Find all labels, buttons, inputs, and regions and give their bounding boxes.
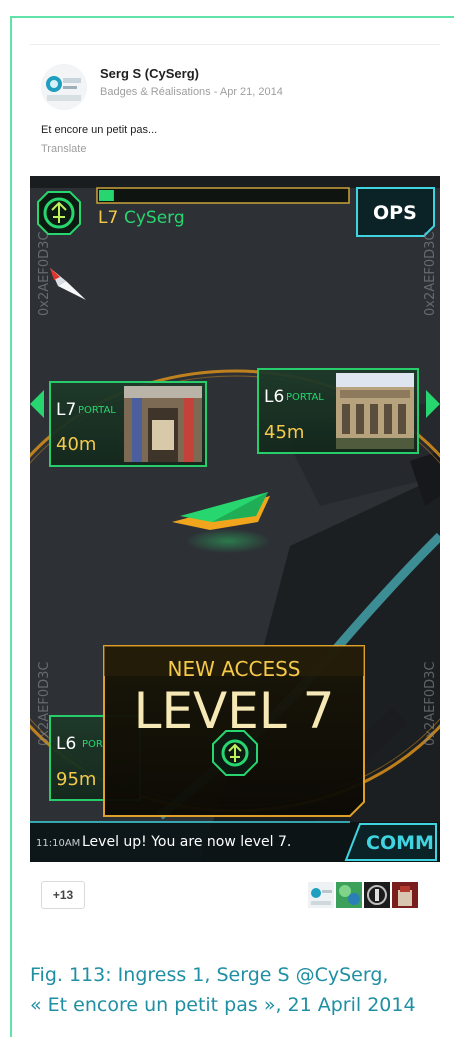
pluser-avatar[interactable] xyxy=(392,882,418,908)
portal-tag: POR xyxy=(82,739,103,750)
pluser-avatar[interactable] xyxy=(336,882,362,908)
post-date[interactable]: Apr 21, 2014 xyxy=(220,86,283,98)
ops-label: OPS xyxy=(373,202,417,224)
pluser-avatar[interactable] xyxy=(364,882,390,908)
agent-level: L7 xyxy=(98,208,118,228)
levelup-title: LEVEL 7 xyxy=(134,682,335,740)
agent-name: CySerg xyxy=(124,208,185,228)
portal-distance: 45m xyxy=(264,422,304,443)
author-name[interactable]: Serg S (CySerg) xyxy=(100,66,199,81)
plus-one-button[interactable]: +13 xyxy=(41,881,85,909)
levelup-heading: NEW ACCESS xyxy=(167,657,300,681)
avatar[interactable] xyxy=(41,64,87,110)
translate-link[interactable]: Translate xyxy=(41,143,86,155)
post-category[interactable]: Badges & Réalisations xyxy=(100,86,211,98)
game-screenshot[interactable]: L7 CySerg OPS 0x2AEF0D3C 0x2AEF0D3C 0x2A… xyxy=(30,176,440,862)
figure-caption: Fig. 113: Ingress 1, Serge S @CySerg, « … xyxy=(30,960,450,1020)
pluser-avatar[interactable] xyxy=(308,882,334,908)
post-text: Et encore un petit pas... xyxy=(41,124,158,136)
meta-separator: - xyxy=(213,86,218,98)
comm-time: 11:10AM xyxy=(36,838,80,849)
portal-level: L7 xyxy=(56,400,76,420)
frame-top-border xyxy=(10,16,454,18)
portal-level: L6 xyxy=(56,734,76,754)
watermark-left-top: 0x2AEF0D3C xyxy=(37,232,52,316)
caption-line-1: Fig. 113: Ingress 1, Serge S @CySerg, xyxy=(30,964,389,986)
portal-distance: 40m xyxy=(56,434,96,455)
caption-line-2: « Et encore un petit pas », 21 April 201… xyxy=(30,994,416,1016)
comm-message: Level up! You are now level 7. xyxy=(82,834,291,850)
ops-button[interactable]: OPS xyxy=(356,187,435,237)
watermark-right-bottom: 0x2AEF0D3C xyxy=(423,662,438,746)
portal-tag: PORTAL xyxy=(78,405,116,416)
post-divider xyxy=(30,44,440,45)
post-meta: Badges & Réalisations - Apr 21, 2014 xyxy=(100,86,283,98)
portal-distance: 95m xyxy=(56,769,96,790)
xp-bar xyxy=(96,187,350,204)
comm-label: COMM xyxy=(366,832,434,854)
watermark-right-top: 0x2AEF0D3C xyxy=(423,232,438,316)
portal-tag: PORTAL xyxy=(286,392,324,403)
frame-left-border xyxy=(10,16,12,1037)
plusers-avatars xyxy=(308,882,418,908)
comm-button[interactable]: COMM xyxy=(344,823,437,861)
xp-bar-fill xyxy=(99,190,114,201)
portal-level: L6 xyxy=(264,387,284,407)
